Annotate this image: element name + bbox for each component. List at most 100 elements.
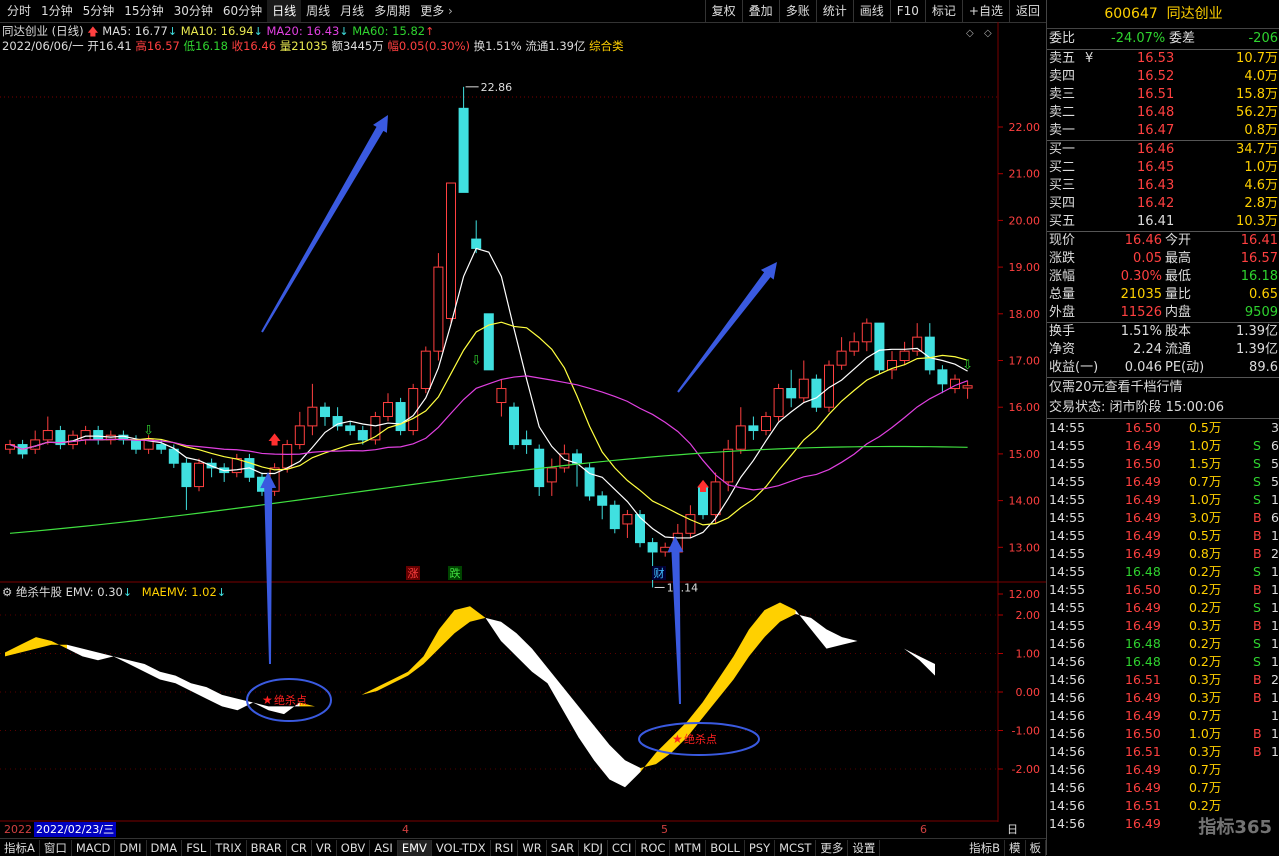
tab-10[interactable]: 更多 › <box>415 0 458 22</box>
bottom-right-tab-1[interactable]: 模 <box>1005 839 1026 856</box>
weibi-row: 委比 -24.07% 委差 -206 <box>1047 29 1279 50</box>
asks-price: 16.51 <box>1137 87 1175 102</box>
indicator-tab-23[interactable]: MCST <box>775 839 817 856</box>
indicator-tab-24[interactable]: 更多 <box>816 839 849 856</box>
indicator-tab-19[interactable]: ROC <box>636 839 671 856</box>
tab-2[interactable]: 5分钟 <box>78 0 120 22</box>
asks-label: 卖二 <box>1049 105 1076 120</box>
asks-volume: 4.0万 <box>1244 69 1278 84</box>
indicator-tab-4[interactable]: DMA <box>147 839 183 856</box>
emv-band <box>702 679 718 718</box>
tab-9[interactable]: 多周期 <box>369 0 415 22</box>
indicator-tab-16[interactable]: SAR <box>547 839 580 856</box>
ask-book: 卖五 16.53 10.7万 ¥ 卖四 16.52 4.0万 卖三 16.51 15.8万 卖二 16… <box>1047 50 1279 141</box>
tick-time: 14:56 <box>1049 636 1086 651</box>
emv-band <box>392 671 408 684</box>
bottom-right-tab-0[interactable]: 指标B <box>965 839 1005 856</box>
indicator-tab-2[interactable]: MACD <box>72 839 116 856</box>
indicator-tab-10[interactable]: OBV <box>337 839 371 856</box>
stats-label: 现价 <box>1049 233 1076 248</box>
indicator-tab-1[interactable]: 窗口 <box>40 839 72 856</box>
price-axis-label: 15.00 <box>1009 448 1041 461</box>
indicator-tab-22[interactable]: PSY <box>745 839 776 856</box>
tab-7[interactable]: 周线 <box>301 0 335 22</box>
tab-1[interactable]: 1分钟 <box>36 0 78 22</box>
tick-time: 14:56 <box>1049 744 1086 759</box>
tick-count: 1 <box>1271 690 1279 705</box>
tool-button-5[interactable]: F10 <box>889 0 925 22</box>
indicator-tab-12[interactable]: EMV <box>397 839 432 856</box>
tab-4[interactable]: 30分钟 <box>169 0 218 22</box>
tab-6[interactable]: 日线 <box>267 0 302 22</box>
indicator-tab-20[interactable]: MTM <box>670 839 707 856</box>
indicator-tab-14[interactable]: RSI <box>491 839 519 856</box>
tick-row-5: 14:55 16.49 3.0万 B 6 <box>1047 509 1279 527</box>
bids-row-0: 买一 16.46 34.7万 <box>1047 141 1279 159</box>
indicator-tab-9[interactable]: VR <box>312 839 337 856</box>
low-label: 12.14 <box>667 581 699 594</box>
bids-label: 买一 <box>1049 142 1076 157</box>
emv-band <box>749 610 765 657</box>
stats-value-2: 0.65 <box>1249 287 1278 302</box>
tab-8[interactable]: 月线 <box>335 0 369 22</box>
emv-band <box>764 602 780 638</box>
chart-tools: 复权 叠加 多账 统计 画线 F10 标记 +自选 返回 <box>704 0 1046 22</box>
indicator-tab-8[interactable]: CR <box>287 839 312 856</box>
promo-row[interactable]: 仅需20元查看千档行情 <box>1047 378 1279 398</box>
bids-label: 买五 <box>1049 214 1076 229</box>
candle <box>395 402 406 432</box>
tick-direction: S <box>1253 474 1261 489</box>
tool-button-2[interactable]: 多账 <box>778 0 816 22</box>
tick-direction: B <box>1253 582 1262 597</box>
candle <box>471 238 482 249</box>
tool-button-0[interactable]: 复权 <box>704 0 742 22</box>
stats-value: 16.46 <box>1124 233 1162 248</box>
tick-price: 16.49 <box>1125 816 1161 831</box>
month-label-4: 4 <box>402 823 409 836</box>
tick-list[interactable]: 14:55 16.50 0.5万 3 14:55 16.49 1.0万 S 6 14:55 16.5… <box>1047 419 1279 833</box>
indicator-tab-25[interactable]: 设置 <box>848 839 881 856</box>
indicator-tab-13[interactable]: VOL-TDX <box>432 839 491 856</box>
candle <box>635 514 645 544</box>
emv-band <box>640 752 656 772</box>
tab-0[interactable]: 分时 <box>2 0 36 22</box>
stats2-value-2: 89.6 <box>1249 360 1278 375</box>
tool-button-6[interactable]: 标记 <box>924 0 962 22</box>
stats-row-0: 现价 16.46 今开 16.41 <box>1047 232 1279 250</box>
price-axis-label: 22.00 <box>1009 121 1041 134</box>
indicator-tab-18[interactable]: CCI <box>608 839 637 856</box>
tool-button-3[interactable]: 统计 <box>815 0 853 22</box>
tool-button-7[interactable]: +自选 <box>961 0 1009 22</box>
tick-time: 14:55 <box>1049 618 1086 633</box>
bottom-right-tab-2[interactable]: 板 <box>1026 839 1046 856</box>
emv-band <box>346 694 362 699</box>
stock-header: 600647 同达创业 <box>1047 0 1279 29</box>
indicator-tab-5[interactable]: FSL <box>182 839 212 856</box>
tool-button-1[interactable]: 叠加 <box>741 0 779 22</box>
tab-5[interactable]: 60分钟 <box>218 0 267 22</box>
tick-count: 2 <box>1271 672 1279 687</box>
indicator-tab-0[interactable]: 指标A <box>0 839 40 856</box>
asks-label: 卖一 <box>1049 123 1076 138</box>
emv-band <box>377 679 393 691</box>
tick-price: 16.51 <box>1125 744 1161 759</box>
tool-button-4[interactable]: 画线 <box>852 0 890 22</box>
indicator-tab-6[interactable]: TRIX <box>211 839 247 856</box>
bids-volume: 34.7万 <box>1236 142 1278 157</box>
tab-3[interactable]: 15分钟 <box>119 0 168 22</box>
candle <box>849 341 860 352</box>
price-axis-label: 18.00 <box>1009 308 1041 321</box>
indicator-tab-11[interactable]: ASI <box>370 839 398 856</box>
candle <box>357 430 368 441</box>
kline-chart[interactable]: 22.00 21.00 20.00 19.00 18.00 17.00 16.00 15.00… <box>0 22 1046 822</box>
indicator-tab-3[interactable]: DMI <box>115 839 147 856</box>
indicator-tab-17[interactable]: KDJ <box>579 839 608 856</box>
tool-button-8[interactable]: 返回 <box>1008 0 1046 22</box>
promo-text[interactable]: 仅需20元查看千档行情 <box>1049 378 1183 398</box>
indicator-tabs: 指标A 窗口 MACD DMI DMA FSL TRIX BRAR CR VR OBV ASI EMV V… <box>0 838 1046 856</box>
indicator-tab-15[interactable]: WR <box>518 839 547 856</box>
asks-row-1: 卖四 16.52 4.0万 <box>1047 68 1279 86</box>
indicator-tab-21[interactable]: BOLL <box>706 839 745 856</box>
indicator-tab-7[interactable]: BRAR <box>247 839 287 856</box>
emv-band <box>811 617 827 649</box>
